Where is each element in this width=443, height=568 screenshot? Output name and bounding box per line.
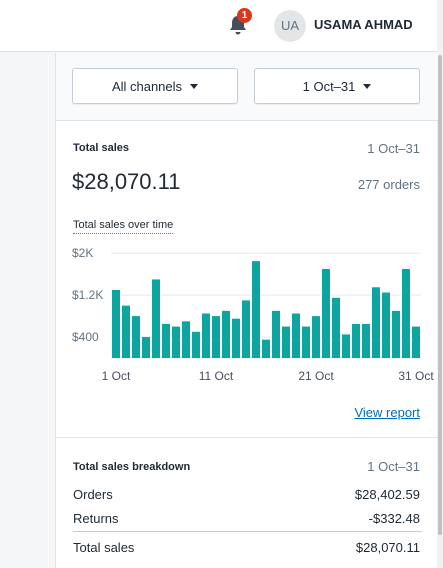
chart-bar[interactable] [202, 313, 210, 358]
x-tick-label: 31 Oct [398, 369, 434, 383]
chart-bar[interactable] [282, 326, 290, 358]
breakdown-value: -$332.48 [368, 511, 420, 526]
chart-bar[interactable] [132, 316, 140, 358]
chart-bar[interactable] [232, 318, 240, 358]
chart-bar[interactable] [112, 289, 120, 358]
breakdown-row-orders: Orders $28,402.59 [73, 487, 420, 502]
scrollbar-thumb[interactable] [438, 55, 442, 535]
total-sales-breakdown-card: Total sales breakdown 1 Oct–31 Orders $2… [56, 439, 438, 568]
chart-bar[interactable] [342, 334, 350, 358]
chart-bar[interactable] [152, 279, 160, 358]
breakdown-value: $28,402.59 [354, 487, 420, 502]
notification-badge: 1 [237, 8, 252, 23]
breakdown-label: Returns [73, 511, 119, 526]
y-tick-label: $2K [72, 246, 93, 260]
chart-bar[interactable] [192, 331, 200, 358]
chart-bar[interactable] [322, 268, 330, 358]
top-bar: 1 UA USAMA AHMAD [0, 0, 443, 52]
chart-bar[interactable] [352, 323, 360, 358]
chart-bar[interactable] [242, 300, 250, 358]
breakdown-value: $28,070.11 [355, 540, 420, 555]
y-tick-label: $400 [72, 330, 99, 344]
divider [73, 531, 422, 532]
chart-bar[interactable] [262, 339, 270, 358]
total-sales-card: Total sales 1 Oct–31 $28,070.11 277 orde… [56, 122, 438, 438]
total-sales-title: Total sales [73, 142, 130, 154]
avatar[interactable]: UA [274, 10, 306, 42]
y-tick-label: $1.2K [72, 288, 103, 302]
chart-bar[interactable] [402, 268, 410, 358]
chart-bar[interactable] [122, 305, 130, 358]
date-filter-label: 1 Oct–31 [302, 78, 356, 94]
chart-bar[interactable] [182, 321, 190, 358]
chart-bar[interactable] [362, 323, 370, 358]
analytics-panel: All channels 1 Oct–31 Total sales 1 Oct–… [55, 53, 438, 568]
date-filter-button[interactable]: 1 Oct–31 [254, 68, 420, 104]
chart-bar[interactable] [412, 326, 420, 358]
caret-down-icon [190, 83, 199, 89]
channel-filter-button[interactable]: All channels [72, 68, 238, 104]
chart-bar[interactable] [142, 337, 150, 358]
total-sales-amount: $28,070.11 [72, 169, 181, 194]
view-report-link[interactable]: View report [354, 405, 420, 420]
chart-bar[interactable] [382, 292, 390, 358]
chart-bar[interactable] [292, 313, 300, 358]
breakdown-label: Total sales [73, 540, 135, 555]
chart-bar[interactable] [272, 310, 280, 358]
channel-filter-label: All channels [111, 78, 183, 94]
chart-bar[interactable] [372, 287, 380, 358]
chart-bar[interactable] [162, 323, 170, 358]
chart-bar[interactable] [252, 261, 260, 358]
chart-bar[interactable] [332, 297, 340, 358]
breakdown-row-returns: Returns -$332.48 [73, 511, 420, 526]
chart-bar[interactable] [302, 326, 310, 358]
order-count: 277 orders [357, 177, 420, 192]
chart-bar[interactable] [392, 310, 400, 358]
x-tick-label: 21 Oct [298, 369, 334, 383]
breakdown-row-total: Total sales $28,070.11 [73, 540, 420, 555]
chart-bar[interactable] [222, 310, 230, 358]
chart-bar[interactable] [172, 326, 180, 358]
breakdown-label: Orders [73, 487, 113, 502]
chart-bar[interactable] [212, 316, 220, 358]
sales-over-time-title[interactable]: Total sales over time [73, 219, 174, 234]
left-gutter [0, 53, 55, 568]
user-name[interactable]: USAMA AHMAD [314, 17, 413, 32]
chart-bar[interactable] [312, 316, 320, 358]
sales-bar-chart: $2K $1.2K $400 1 Oct 11 Oct 21 Oct 31 Oct [72, 246, 434, 383]
breakdown-date-range: 1 Oct–31 [367, 459, 420, 474]
x-tick-label: 11 Oct [199, 369, 234, 383]
breakdown-title: Total sales breakdown [73, 461, 191, 473]
x-tick-label: 1 Oct [102, 369, 131, 383]
total-sales-date-range: 1 Oct–31 [367, 141, 420, 156]
caret-down-icon [363, 83, 372, 89]
filter-bar: All channels 1 Oct–31 [56, 53, 438, 121]
